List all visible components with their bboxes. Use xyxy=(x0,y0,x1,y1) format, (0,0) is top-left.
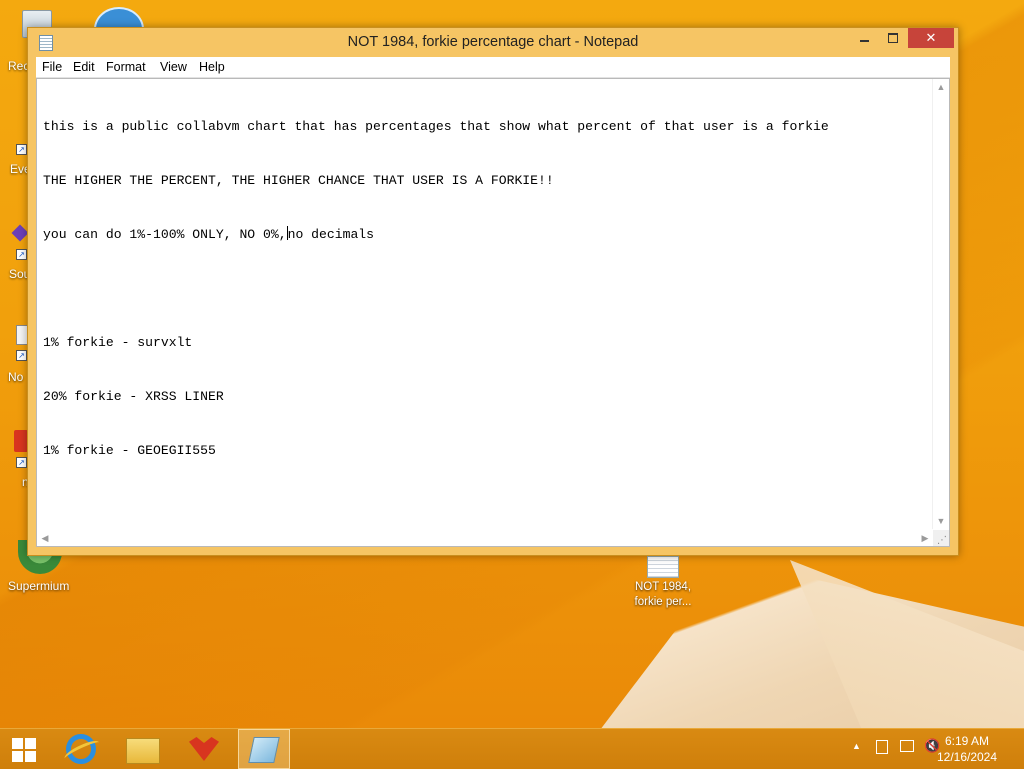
scroll-left-icon[interactable]: ◀ xyxy=(37,530,53,546)
notepad-icon xyxy=(248,737,280,763)
menu-help[interactable]: Help xyxy=(193,57,231,77)
close-button[interactable]: ✕ xyxy=(908,28,954,48)
title-bar[interactable]: NOT 1984, forkie percentage chart - Note… xyxy=(28,28,958,57)
text-line: THE HIGHER THE PERCENT, THE HIGHER CHANC… xyxy=(43,173,554,188)
taskbar-game-app[interactable] xyxy=(178,729,230,769)
close-icon: ✕ xyxy=(925,30,937,45)
taskbar-internet-explorer[interactable] xyxy=(56,729,108,769)
shortcut-arrow-icon: ↗ xyxy=(16,350,27,361)
desktop-icon-label: Supermium xyxy=(8,579,70,593)
file-explorer-icon xyxy=(126,738,160,764)
app-icon xyxy=(14,430,28,452)
horizontal-scrollbar[interactable]: ◀ ▶ xyxy=(37,530,933,546)
scroll-up-icon[interactable]: ▲ xyxy=(933,79,949,95)
taskbar: ▲ 🔇 6:19 AM 12/16/2024 xyxy=(0,728,1024,769)
editor-content[interactable]: this is a public collabvm chart that has… xyxy=(43,82,923,522)
text-line-with-caret: you can do 1%-100% ONLY, NO 0%,no decima… xyxy=(43,226,923,244)
internet-explorer-icon xyxy=(62,734,102,764)
taskbar-file-explorer[interactable] xyxy=(116,729,168,769)
text-editor[interactable]: this is a public collabvm chart that has… xyxy=(36,78,950,547)
menu-bar: File Edit Format View Help xyxy=(36,57,950,78)
menu-file[interactable]: File xyxy=(36,57,68,77)
text-line: 1% forkie - survxlt xyxy=(43,335,193,350)
maximize-button[interactable] xyxy=(879,28,907,48)
taskbar-notepad[interactable] xyxy=(238,729,290,769)
minimize-button[interactable] xyxy=(850,28,878,48)
size-grip[interactable] xyxy=(933,530,949,546)
game-icon xyxy=(189,737,219,761)
maximize-icon xyxy=(888,33,898,43)
text-after-caret: no decimals xyxy=(287,227,375,242)
scroll-down-icon[interactable]: ▼ xyxy=(933,513,949,529)
network-icon[interactable] xyxy=(900,740,914,752)
menu-view[interactable]: View xyxy=(154,57,193,77)
app-icon xyxy=(11,224,29,242)
desktop-file-icon-notepad-doc[interactable]: NOT 1984, forkie per... xyxy=(628,556,698,610)
shortcut-arrow-icon: ↗ xyxy=(16,144,27,155)
text-before-caret: you can do 1%-100% ONLY, NO 0%, xyxy=(43,227,287,242)
menu-format[interactable]: Format xyxy=(100,57,152,77)
text-line: 20% forkie - XRSS LINER xyxy=(43,389,224,404)
system-clock[interactable]: 6:19 AM 12/16/2024 xyxy=(932,733,1002,765)
scroll-right-icon[interactable]: ▶ xyxy=(917,530,933,546)
minimize-icon xyxy=(859,40,869,42)
file-icon-label-line1: NOT 1984, xyxy=(634,581,692,593)
clock-time: 6:19 AM xyxy=(944,734,990,748)
text-line: 1% forkie - GEOEGII555 xyxy=(43,443,216,458)
text-file-icon xyxy=(647,556,679,578)
show-hidden-icons-icon[interactable]: ▲ xyxy=(852,741,861,751)
action-center-flag-icon[interactable] xyxy=(876,740,888,754)
menu-edit[interactable]: Edit xyxy=(67,57,101,77)
shortcut-arrow-icon: ↗ xyxy=(16,457,27,468)
text-line: this is a public collabvm chart that has… xyxy=(43,119,829,134)
text-line xyxy=(43,280,923,298)
clock-date: 12/16/2024 xyxy=(936,750,998,764)
shortcut-arrow-icon: ↗ xyxy=(16,249,27,260)
notepad-window[interactable]: NOT 1984, forkie percentage chart - Note… xyxy=(27,27,959,556)
window-title: NOT 1984, forkie percentage chart - Note… xyxy=(347,34,639,50)
desktop-icon-label: No xyxy=(8,370,24,384)
start-button[interactable] xyxy=(0,729,52,769)
file-icon-label-line2: forkie per... xyxy=(634,596,692,608)
vertical-scrollbar[interactable]: ▲ ▼ xyxy=(932,79,949,529)
desktop: Rec ↗ Eve ↗ Sou ↗ No ↗ n Supermium NOT 1… xyxy=(0,0,1024,728)
